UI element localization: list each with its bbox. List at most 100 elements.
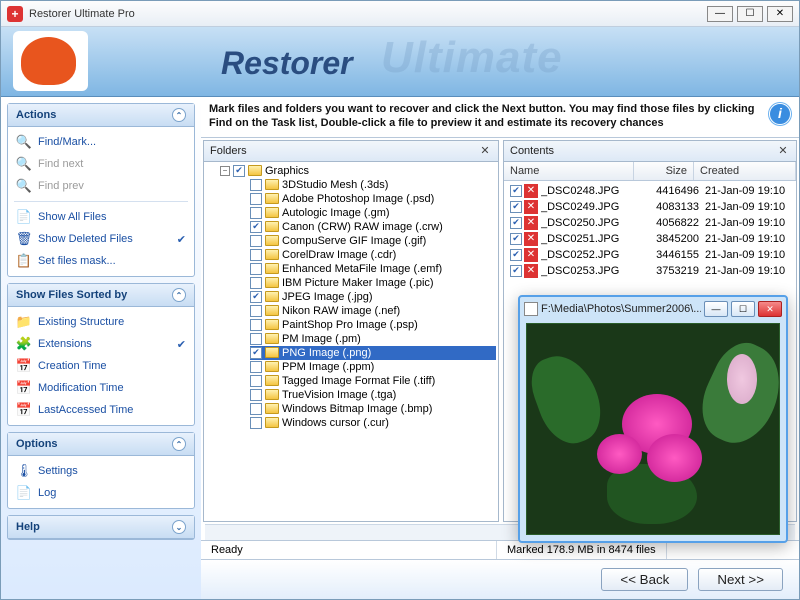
settings-item[interactable]: 🌡Settings	[14, 460, 188, 482]
file-name: _DSC0248.JPG	[541, 185, 645, 197]
file-row[interactable]: ✕_DSC0252.JPG344615521-Jan-09 19:10	[506, 247, 794, 263]
log-item[interactable]: 📄Log	[14, 482, 188, 504]
tree-node[interactable]: PaintShop Pro Image (.psp)	[250, 318, 496, 332]
checkbox[interactable]	[250, 305, 262, 317]
checkbox[interactable]	[250, 207, 262, 219]
col-name[interactable]: Name	[504, 162, 634, 180]
file-created: 21-Jan-09 19:10	[705, 201, 790, 213]
chevron-up-icon: ⌃	[172, 108, 186, 122]
checkbox[interactable]	[510, 265, 522, 277]
file-name: _DSC0252.JPG	[541, 249, 645, 261]
tree-node[interactable]: CorelDraw Image (.cdr)	[250, 248, 496, 262]
preview-minimize-button[interactable]: —	[704, 301, 728, 317]
tree-node[interactable]: JPEG Image (.jpg)	[250, 290, 496, 304]
file-row[interactable]: ✕_DSC0248.JPG441649621-Jan-09 19:10	[506, 183, 794, 199]
checkbox[interactable]	[250, 361, 262, 373]
deleted-icon: ✕	[524, 232, 538, 246]
minimize-button[interactable]: —	[707, 6, 733, 22]
show-deleted-files-item[interactable]: 🗑Show Deleted Files✔	[14, 228, 188, 250]
info-icon[interactable]: i	[769, 103, 791, 125]
checkbox[interactable]	[233, 165, 245, 177]
checkbox[interactable]	[250, 263, 262, 275]
col-created[interactable]: Created	[694, 162, 796, 180]
checkbox[interactable]	[250, 179, 262, 191]
tree-node[interactable]: PNG Image (.png)	[250, 346, 496, 360]
checkbox[interactable]	[250, 291, 262, 303]
show-all-files-item[interactable]: 📄Show All Files	[14, 206, 188, 228]
checkbox[interactable]	[250, 235, 262, 247]
checkbox[interactable]	[250, 347, 262, 359]
tree-node[interactable]: Autologic Image (.gm)	[250, 206, 496, 220]
back-button[interactable]: << Back	[601, 568, 688, 591]
tree-node[interactable]: IBM Picture Maker Image (.pic)	[250, 276, 496, 290]
tree-node[interactable]: Enhanced MetaFile Image (.emf)	[250, 262, 496, 276]
folders-tree[interactable]: − Graphics 3DStudio Mesh (.3ds)Adobe Pho…	[204, 162, 498, 522]
tree-node[interactable]: 3DStudio Mesh (.3ds)	[250, 178, 496, 192]
tree-node[interactable]: Adobe Photoshop Image (.psd)	[250, 192, 496, 206]
folder-icon	[265, 319, 279, 330]
status-ready: Ready	[201, 541, 497, 559]
close-button[interactable]: ✕	[767, 6, 793, 22]
checkbox[interactable]	[510, 217, 522, 229]
contents-close-icon[interactable]: ✕	[776, 144, 790, 158]
preview-maximize-button[interactable]: ☐	[731, 301, 755, 317]
folder-icon	[248, 165, 262, 176]
checkbox[interactable]	[510, 185, 522, 197]
preview-close-button[interactable]: ✕	[758, 301, 782, 317]
checkbox[interactable]	[250, 277, 262, 289]
file-row[interactable]: ✕_DSC0251.JPG384520021-Jan-09 19:10	[506, 231, 794, 247]
deleted-icon: ✕	[524, 264, 538, 278]
options-header[interactable]: Options ⌃	[8, 433, 194, 456]
checkbox[interactable]	[250, 417, 262, 429]
tree-node[interactable]: PM Image (.pm)	[250, 332, 496, 346]
extension-icon: 🧩	[16, 336, 32, 352]
find-mark-item[interactable]: 🔍Find/Mark...	[14, 131, 188, 153]
maximize-button[interactable]: ☐	[737, 6, 763, 22]
sort-modification-time[interactable]: 📅Modification Time	[14, 377, 188, 399]
checkbox[interactable]	[510, 233, 522, 245]
checkbox[interactable]	[250, 319, 262, 331]
folder-icon	[265, 305, 279, 316]
file-row[interactable]: ✕_DSC0253.JPG375321921-Jan-09 19:10	[506, 263, 794, 279]
folder-icon	[265, 291, 279, 302]
tree-node[interactable]: TrueVision Image (.tga)	[250, 388, 496, 402]
tree-node[interactable]: PPM Image (.ppm)	[250, 360, 496, 374]
checkbox[interactable]	[250, 193, 262, 205]
checkbox[interactable]	[510, 249, 522, 261]
checkbox[interactable]	[510, 201, 522, 213]
preview-titlebar[interactable]: F:\Media\Photos\Summer2006\... — ☐ ✕	[520, 297, 786, 321]
folders-close-icon[interactable]: ✕	[478, 144, 492, 158]
set-files-mask-item[interactable]: 📋Set files mask...	[14, 250, 188, 272]
preview-window[interactable]: F:\Media\Photos\Summer2006\... — ☐ ✕	[518, 295, 788, 543]
tree-node[interactable]: Tagged Image Format File (.tiff)	[250, 374, 496, 388]
sort-lastaccessed-time[interactable]: 📅LastAccessed Time	[14, 399, 188, 421]
checkbox[interactable]	[250, 389, 262, 401]
checkbox[interactable]	[250, 403, 262, 415]
next-button[interactable]: Next >>	[698, 568, 783, 591]
tree-label: Windows cursor (.cur)	[282, 417, 389, 429]
sort-existing-structure[interactable]: 📁Existing Structure	[14, 311, 188, 333]
tree-node[interactable]: Windows Bitmap Image (.bmp)	[250, 402, 496, 416]
tree-node[interactable]: Windows cursor (.cur)	[250, 416, 496, 430]
tree-label: 3DStudio Mesh (.3ds)	[282, 179, 388, 191]
checkbox[interactable]	[250, 375, 262, 387]
file-row[interactable]: ✕_DSC0249.JPG408313321-Jan-09 19:10	[506, 199, 794, 215]
col-size[interactable]: Size	[634, 162, 694, 180]
checkbox[interactable]	[250, 221, 262, 233]
tree-root-graphics[interactable]: − Graphics	[220, 164, 496, 178]
dog-logo-icon	[21, 37, 76, 85]
sort-extensions[interactable]: 🧩Extensions✔	[14, 333, 188, 355]
file-created: 21-Jan-09 19:10	[705, 249, 790, 261]
help-header[interactable]: Help ⌄	[8, 516, 194, 539]
sort-creation-time[interactable]: 📅Creation Time	[14, 355, 188, 377]
sort-header[interactable]: Show Files Sorted by ⌃	[8, 284, 194, 307]
checkbox[interactable]	[250, 249, 262, 261]
chevron-up-icon: ⌃	[172, 288, 186, 302]
checkbox[interactable]	[250, 333, 262, 345]
actions-header[interactable]: Actions ⌃	[8, 104, 194, 127]
file-row[interactable]: ✕_DSC0250.JPG405682221-Jan-09 19:10	[506, 215, 794, 231]
collapse-icon[interactable]: −	[220, 166, 230, 176]
tree-node[interactable]: Canon (CRW) RAW image (.crw)	[250, 220, 496, 234]
tree-node[interactable]: Nikon RAW image (.nef)	[250, 304, 496, 318]
tree-node[interactable]: CompuServe GIF Image (.gif)	[250, 234, 496, 248]
